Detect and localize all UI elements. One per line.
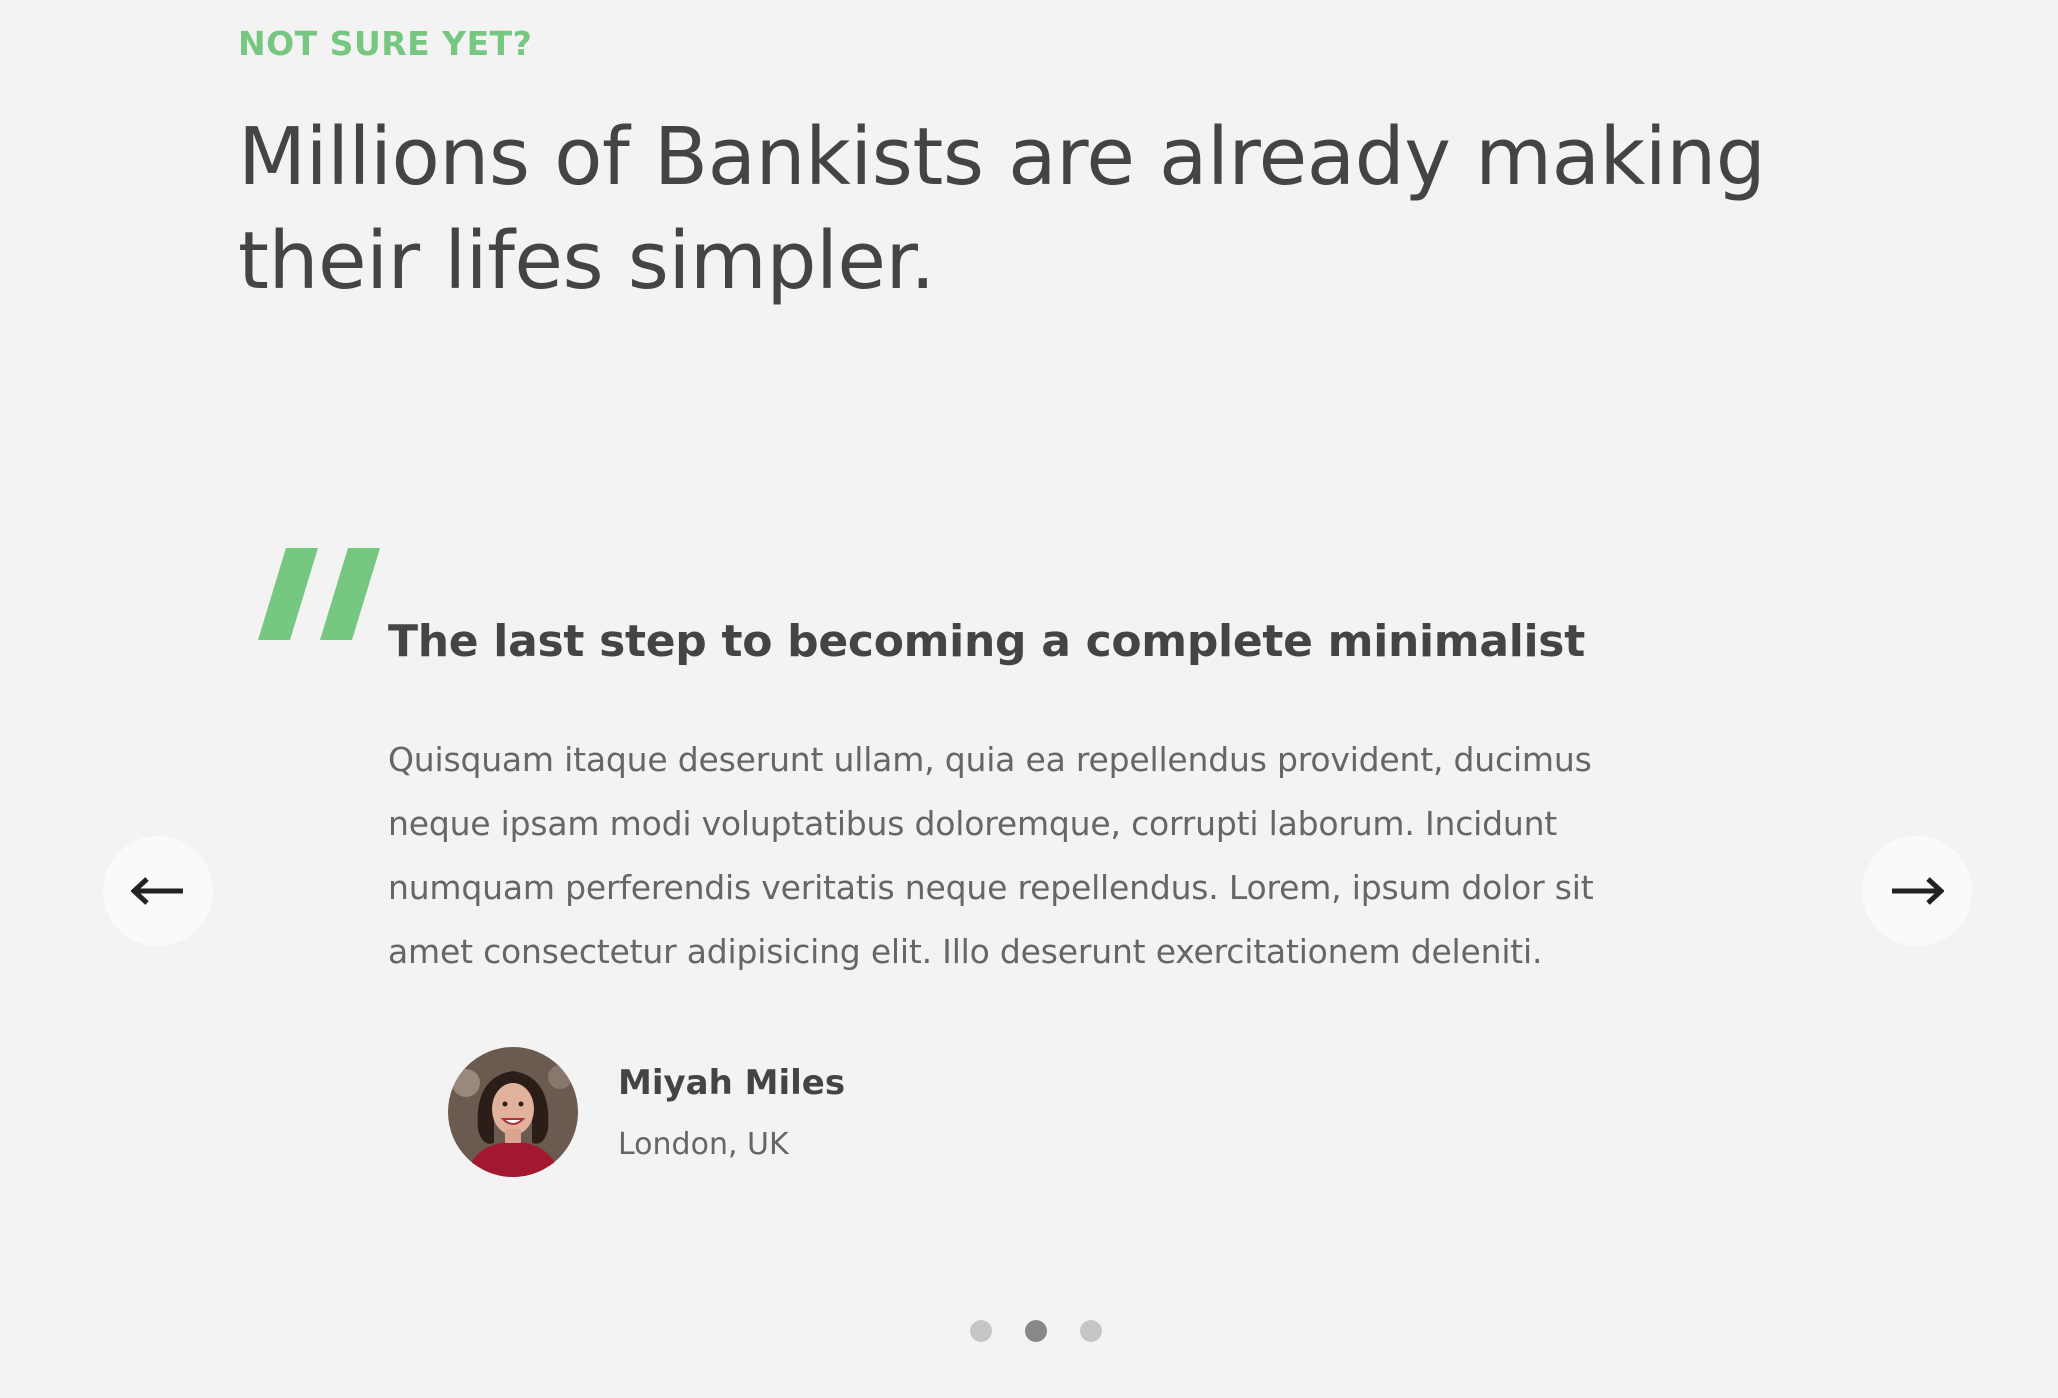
- testimonial-title: The last step to becoming a complete min…: [388, 616, 1585, 667]
- testimonial-text: Quisquam itaque deserunt ullam, quia ea …: [388, 740, 1594, 971]
- slider-dot-2[interactable]: [1025, 1320, 1047, 1342]
- arrow-right-icon: [1892, 877, 1944, 905]
- arrow-left-icon: [131, 877, 183, 905]
- author-avatar: [448, 1047, 578, 1177]
- author-name: Miyah Miles: [618, 1063, 846, 1103]
- section-eyebrow: NOT SURE YET?: [238, 24, 533, 63]
- slider-dot-3[interactable]: [1080, 1320, 1102, 1342]
- author-location: London, UK: [618, 1127, 789, 1162]
- slider-dot-1[interactable]: [970, 1320, 992, 1342]
- author-photo: [448, 1047, 578, 1177]
- quote-mark-icon: [258, 548, 380, 640]
- next-slide-button[interactable]: [1862, 836, 1972, 946]
- section-headline: Millions of Bankists are already making …: [238, 111, 1766, 307]
- slider-dots: [970, 1320, 1102, 1342]
- previous-slide-button[interactable]: [103, 836, 213, 946]
